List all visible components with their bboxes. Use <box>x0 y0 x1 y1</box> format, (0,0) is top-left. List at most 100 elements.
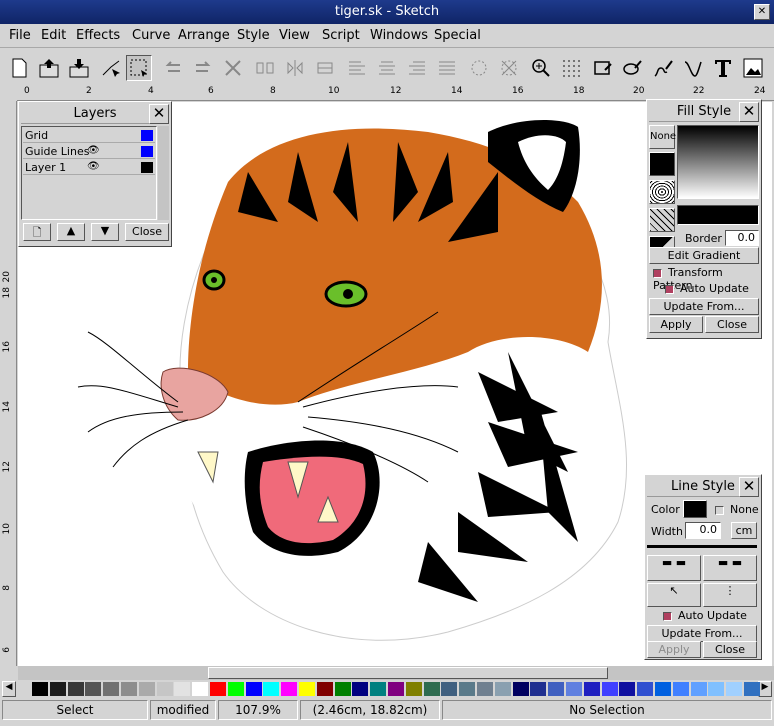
palette-scroll-left-icon[interactable]: ◀ <box>2 681 16 697</box>
palette-swatch[interactable] <box>227 682 244 696</box>
palette-swatch[interactable] <box>477 682 493 696</box>
palette-swatch[interactable] <box>708 682 725 696</box>
layer-color[interactable] <box>141 130 153 141</box>
ungroup-icon[interactable] <box>496 55 522 81</box>
flip-icon[interactable] <box>282 55 308 81</box>
bezier-tool-icon[interactable] <box>680 55 706 81</box>
palette-swatch[interactable] <box>174 682 191 696</box>
line-close-button[interactable]: Close <box>703 641 757 658</box>
image-tool-icon[interactable] <box>740 55 766 81</box>
palette-swatch[interactable] <box>726 682 743 696</box>
palette-swatch[interactable] <box>32 682 48 696</box>
text-left-icon[interactable] <box>344 55 370 81</box>
palette-swatch[interactable] <box>619 682 636 696</box>
palette-swatch[interactable] <box>138 682 155 696</box>
fill-apply-button[interactable]: Apply <box>649 316 703 333</box>
freehand-tool-icon[interactable] <box>650 55 676 81</box>
palette-swatch[interactable] <box>245 682 262 696</box>
palette-swatch[interactable] <box>210 682 226 696</box>
menu-special[interactable]: Special <box>434 28 481 43</box>
palette-swatch[interactable] <box>655 682 671 696</box>
redo-icon[interactable] <box>190 55 216 81</box>
close-window-icon[interactable]: ✕ <box>754 4 770 20</box>
text-right-icon[interactable] <box>404 55 430 81</box>
palette-swatch[interactable] <box>672 682 689 696</box>
open-file-icon[interactable] <box>36 55 62 81</box>
palette-swatch[interactable] <box>566 682 582 696</box>
update-from-button[interactable]: Update From... <box>649 298 759 315</box>
text-justify-icon[interactable] <box>434 55 460 81</box>
menu-curve[interactable]: Curve <box>132 28 170 43</box>
grid-icon[interactable] <box>558 55 584 81</box>
dash-style-icon[interactable]: ▬ ▬ <box>647 555 701 581</box>
pattern-fill-icon[interactable] <box>649 208 675 232</box>
line-color-swatch[interactable] <box>683 500 707 518</box>
scroll-thumb[interactable] <box>208 667 608 679</box>
menu-file[interactable]: File <box>9 28 31 43</box>
align-icon[interactable] <box>252 55 278 81</box>
edit-node-icon[interactable] <box>98 55 124 81</box>
auto-update-toggle[interactable]: Auto Update <box>665 282 749 295</box>
palette-swatch[interactable] <box>548 682 565 696</box>
palette-swatch[interactable] <box>388 682 404 696</box>
palette-swatch[interactable] <box>334 682 351 696</box>
gradient-fill-icon[interactable] <box>649 180 675 204</box>
palette-swatch[interactable] <box>423 682 440 696</box>
layers-scrollbar[interactable] <box>158 126 169 220</box>
line-update-from-button[interactable]: Update From... <box>647 625 757 642</box>
menu-script[interactable]: Script <box>322 28 360 43</box>
menu-windows[interactable]: Windows <box>370 28 428 43</box>
checkbox-icon[interactable] <box>715 505 724 515</box>
palette-swatch[interactable] <box>459 682 476 696</box>
width-field[interactable]: 0.0 <box>685 522 721 539</box>
palette-swatch[interactable] <box>744 682 760 696</box>
rotate-icon[interactable] <box>312 55 338 81</box>
zoom-icon[interactable] <box>528 55 554 81</box>
unit-select[interactable]: cm <box>731 522 757 539</box>
arrow-start-icon[interactable]: ▬ ▬ <box>703 555 757 581</box>
close-icon[interactable]: ✕ <box>739 102 759 122</box>
text-tool-icon[interactable] <box>710 55 736 81</box>
palette-swatch[interactable] <box>156 682 173 696</box>
window-title-bar[interactable]: tiger.sk - Sketch ✕ <box>0 0 774 24</box>
checkbox-icon[interactable] <box>653 268 662 278</box>
menu-edit[interactable]: Edit <box>41 28 66 43</box>
palette-swatch[interactable] <box>370 682 387 696</box>
border-field[interactable]: 0.0 <box>725 230 759 246</box>
delete-icon[interactable] <box>220 55 246 81</box>
solid-fill-icon[interactable] <box>649 152 675 176</box>
layer-color[interactable] <box>141 162 153 173</box>
palette-swatch[interactable] <box>601 682 618 696</box>
layer-color[interactable] <box>141 146 153 157</box>
eye-icon[interactable]: 👁 <box>87 145 100 156</box>
new-document-icon[interactable] <box>6 55 32 81</box>
palette-swatch[interactable] <box>405 682 422 696</box>
palette-swatch[interactable] <box>121 682 137 696</box>
layer-row[interactable]: Guide Lines 👁 <box>23 144 155 159</box>
cap-style-icon[interactable]: ↖ <box>647 583 701 607</box>
close-icon[interactable]: ✕ <box>739 477 759 497</box>
new-layer-icon[interactable]: 🗋 <box>23 223 51 241</box>
line-none-toggle[interactable]: None <box>715 503 759 516</box>
join-style-icon[interactable]: ⋮ <box>703 583 757 607</box>
palette-swatch[interactable] <box>67 682 84 696</box>
palette-swatch[interactable] <box>281 682 298 696</box>
palette-swatch[interactable] <box>103 682 120 696</box>
palette-scroll-right-icon[interactable]: ▶ <box>758 681 772 697</box>
palette-swatch[interactable] <box>192 682 209 696</box>
palette-swatch[interactable] <box>690 682 707 696</box>
palette-swatch[interactable] <box>316 682 333 696</box>
layers-close-button[interactable]: Close <box>125 223 169 241</box>
ellipse-tool-icon[interactable] <box>620 55 646 81</box>
palette-swatch[interactable] <box>512 682 529 696</box>
checkbox-icon[interactable] <box>663 611 672 621</box>
layer-row[interactable]: Layer 1 👁 <box>23 160 155 175</box>
palette-swatch[interactable] <box>352 682 369 696</box>
palette-swatch[interactable] <box>637 682 654 696</box>
menu-style[interactable]: Style <box>237 28 270 43</box>
close-icon[interactable]: ✕ <box>149 104 169 124</box>
palette-swatch[interactable] <box>85 682 102 696</box>
fill-close-button[interactable]: Close <box>705 316 759 333</box>
line-apply-button[interactable]: Apply <box>647 641 701 658</box>
move-up-icon[interactable]: ▲ <box>57 223 85 241</box>
